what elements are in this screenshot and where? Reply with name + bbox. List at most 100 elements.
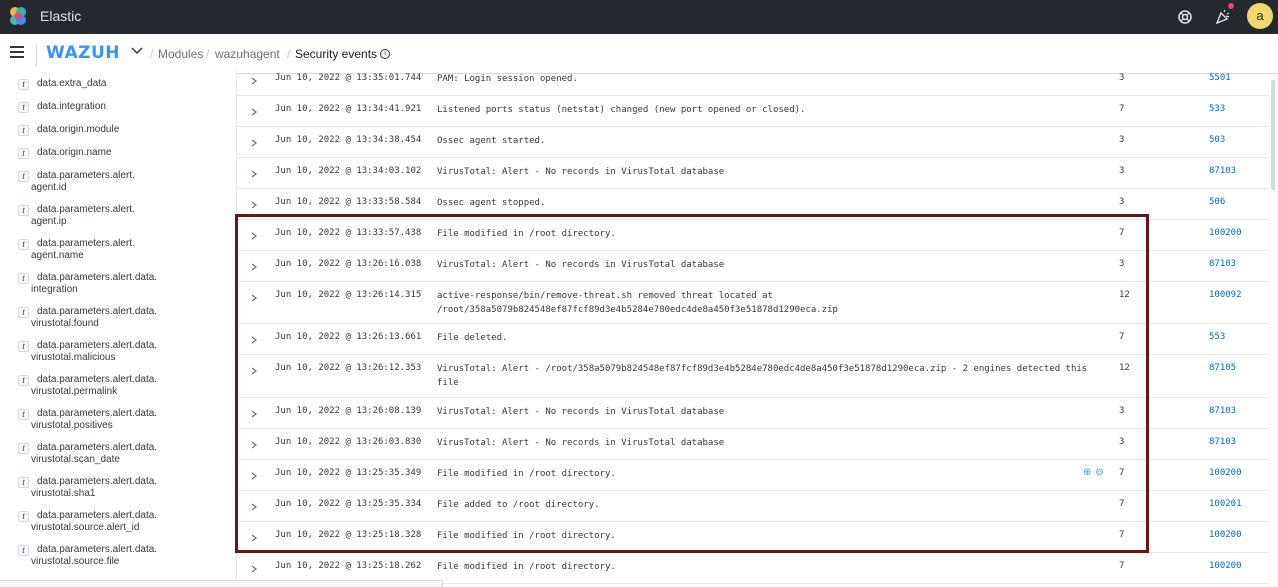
expand-chevron-icon[interactable]: [250, 367, 258, 375]
rule-id-link[interactable]: 100200: [1209, 228, 1242, 238]
level-cell: 3: [1119, 406, 1125, 416]
expand-chevron-icon[interactable]: [250, 534, 258, 542]
level-cell: 7: [1119, 530, 1125, 540]
sidebar-field-name: data.origin.name: [37, 147, 112, 158]
description-cell: VirusTotal: Alert - No records in VirusT…: [437, 167, 725, 177]
table-row[interactable]: Jun 10, 2022 @ 13:25:35.349 File modified…: [237, 460, 1272, 491]
rule-id-link[interactable]: 100092: [1209, 290, 1242, 300]
news-icon[interactable]: [1214, 8, 1232, 26]
rule-id-link[interactable]: 87103: [1209, 166, 1236, 176]
description-cell: active-response/bin/remove-threat.sh rem…: [437, 291, 838, 315]
expand-chevron-icon[interactable]: [250, 201, 258, 209]
expand-chevron-icon[interactable]: [250, 139, 258, 147]
string-type-icon: t: [18, 375, 29, 386]
timestamp-cell: Jun 10, 2022 @ 13:33:58.584: [275, 197, 422, 207]
sidebar-field-name: data.extra_data: [37, 78, 107, 89]
nav-divider: [36, 44, 37, 66]
table-row[interactable]: Jun 10, 2022 @ 13:33:58.584 Ossec agent s…: [237, 189, 1272, 220]
scrollbar-thumb[interactable]: [1271, 80, 1275, 190]
breadcrumb-agent[interactable]: wazuhagent: [215, 47, 280, 61]
description-cell: VirusTotal: Alert - No records in VirusT…: [437, 260, 725, 270]
avatar[interactable]: a: [1247, 3, 1273, 29]
rule-id-link[interactable]: 533: [1209, 104, 1225, 114]
rule-id-link[interactable]: 503: [1209, 135, 1225, 145]
expand-chevron-icon[interactable]: [250, 108, 258, 116]
table-row[interactable]: Jun 10, 2022 @ 13:26:03.830 VirusTotal: A…: [237, 429, 1272, 460]
sidebar-field-name: data.parameters.alert.data. virustotal.s…: [31, 442, 158, 465]
table-row[interactable]: Jun 10, 2022 @ 13:26:14.315 active-respon…: [237, 282, 1272, 324]
sidebar-field-name: data.parameters.alert.data. virustotal.f…: [31, 306, 158, 329]
rule-id-link[interactable]: 100200: [1209, 561, 1242, 571]
table-row[interactable]: Jun 10, 2022 @ 13:35:01.744 PAM: Login se…: [237, 70, 1272, 96]
top-header-bar: Elastic a: [0, 0, 1278, 34]
menu-icon[interactable]: [10, 46, 24, 58]
breadcrumb-separator: /: [206, 47, 210, 61]
field-list-sidebar: t data.extra_data t data.integration t data.o…: [0, 70, 237, 587]
timestamp-cell: Jun 10, 2022 @ 13:35:01.744: [275, 73, 422, 83]
rule-id-link[interactable]: 87103: [1209, 259, 1236, 269]
chevron-down-icon[interactable]: [130, 43, 144, 57]
rule-id-link[interactable]: 87103: [1209, 406, 1236, 416]
sidebar-field-name: data.parameters.alert.data. virustotal.m…: [31, 340, 158, 363]
table-row[interactable]: Jun 10, 2022 @ 13:34:03.102 VirusTotal: A…: [237, 158, 1272, 189]
string-type-icon: t: [18, 409, 29, 420]
expand-chevron-icon[interactable]: [250, 336, 258, 344]
string-type-icon: t: [18, 477, 29, 488]
table-row[interactable]: Jun 10, 2022 @ 13:33:57.438 File modified…: [237, 220, 1272, 251]
description-cell: File modified in /root directory.: [437, 469, 616, 479]
events-table: Jun 10, 2022 @ 13:35:01.744 PAM: Login se…: [237, 70, 1278, 587]
rule-id-link[interactable]: 553: [1209, 332, 1225, 342]
table-row[interactable]: Jun 10, 2022 @ 13:26:16.038 VirusTotal: A…: [237, 251, 1272, 282]
level-cell: 3: [1119, 73, 1125, 83]
timestamp-cell: Jun 10, 2022 @ 13:34:03.102: [275, 166, 422, 176]
level-cell: 7: [1119, 104, 1125, 114]
elastic-logo-icon[interactable]: [8, 6, 28, 26]
timestamp-cell: Jun 10, 2022 @ 13:25:35.334: [275, 499, 422, 509]
breadcrumb-separator: /: [287, 47, 291, 61]
rule-id-link[interactable]: 5501: [1209, 73, 1231, 83]
level-cell: 12: [1119, 363, 1130, 373]
expand-chevron-icon[interactable]: [250, 232, 258, 240]
expand-chevron-icon[interactable]: [250, 77, 258, 85]
expand-chevron-icon[interactable]: [250, 503, 258, 511]
rule-id-link[interactable]: 100201: [1209, 499, 1242, 509]
level-cell: 7: [1119, 228, 1125, 238]
expand-chevron-icon[interactable]: [250, 472, 258, 480]
rule-id-link[interactable]: 87105: [1209, 363, 1236, 373]
expand-chevron-icon[interactable]: [250, 170, 258, 178]
breadcrumb-navbar: WAZUH / Modules / wazuhagent / Security …: [0, 34, 1278, 74]
sidebar-field-name: data.parameters.alert.data. integration: [31, 272, 158, 295]
expand-chevron-icon[interactable]: [250, 565, 258, 573]
table-row[interactable]: Jun 10, 2022 @ 13:26:13.661 File deleted.…: [237, 324, 1272, 355]
expand-chevron-icon[interactable]: [250, 294, 258, 302]
rule-id-link[interactable]: 100200: [1209, 468, 1242, 478]
timestamp-cell: Jun 10, 2022 @ 13:26:03.830: [275, 437, 422, 447]
expand-chevron-icon[interactable]: [250, 441, 258, 449]
table-row[interactable]: Jun 10, 2022 @ 13:26:08.139 VirusTotal: A…: [237, 398, 1272, 429]
level-cell: 3: [1119, 259, 1125, 269]
timestamp-cell: Jun 10, 2022 @ 13:25:18.328: [275, 530, 422, 540]
table-row[interactable]: Jun 10, 2022 @ 13:25:35.334 File added to…: [237, 491, 1272, 522]
rule-id-link[interactable]: 100200: [1209, 530, 1242, 540]
table-row[interactable]: Jun 10, 2022 @ 13:34:41.921 Listened port…: [237, 96, 1272, 127]
sidebar-field-name: data.parameters.alert.data. virustotal.s…: [31, 476, 158, 499]
sidebar-field-name: data.parameters.alert.data. virustotal.p…: [31, 408, 158, 431]
help-icon[interactable]: [1176, 8, 1194, 26]
expand-chevron-icon[interactable]: [250, 410, 258, 418]
expand-chevron-icon[interactable]: [250, 263, 258, 271]
level-cell: 7: [1119, 499, 1125, 509]
timestamp-cell: Jun 10, 2022 @ 13:26:16.038: [275, 259, 422, 269]
rule-id-link[interactable]: 87103: [1209, 437, 1236, 447]
table-row[interactable]: Jun 10, 2022 @ 13:34:38.454 Ossec agent s…: [237, 127, 1272, 158]
filter-in-icon[interactable]: ⊕: [1083, 467, 1091, 478]
wazuh-logo[interactable]: WAZUH: [46, 43, 120, 63]
level-cell: 7: [1119, 561, 1125, 571]
table-row[interactable]: Jun 10, 2022 @ 13:26:12.353 VirusTotal: A…: [237, 355, 1272, 398]
table-row[interactable]: Jun 10, 2022 @ 13:25:18.328 File modified…: [237, 522, 1272, 553]
string-type-icon: t: [18, 443, 29, 454]
rule-id-link[interactable]: 506: [1209, 197, 1225, 207]
timestamp-cell: Jun 10, 2022 @ 13:26:08.139: [275, 406, 422, 416]
breadcrumb-modules[interactable]: Modules: [158, 47, 203, 61]
info-icon[interactable]: i: [380, 49, 390, 59]
filter-out-icon[interactable]: ⊖: [1095, 467, 1103, 478]
